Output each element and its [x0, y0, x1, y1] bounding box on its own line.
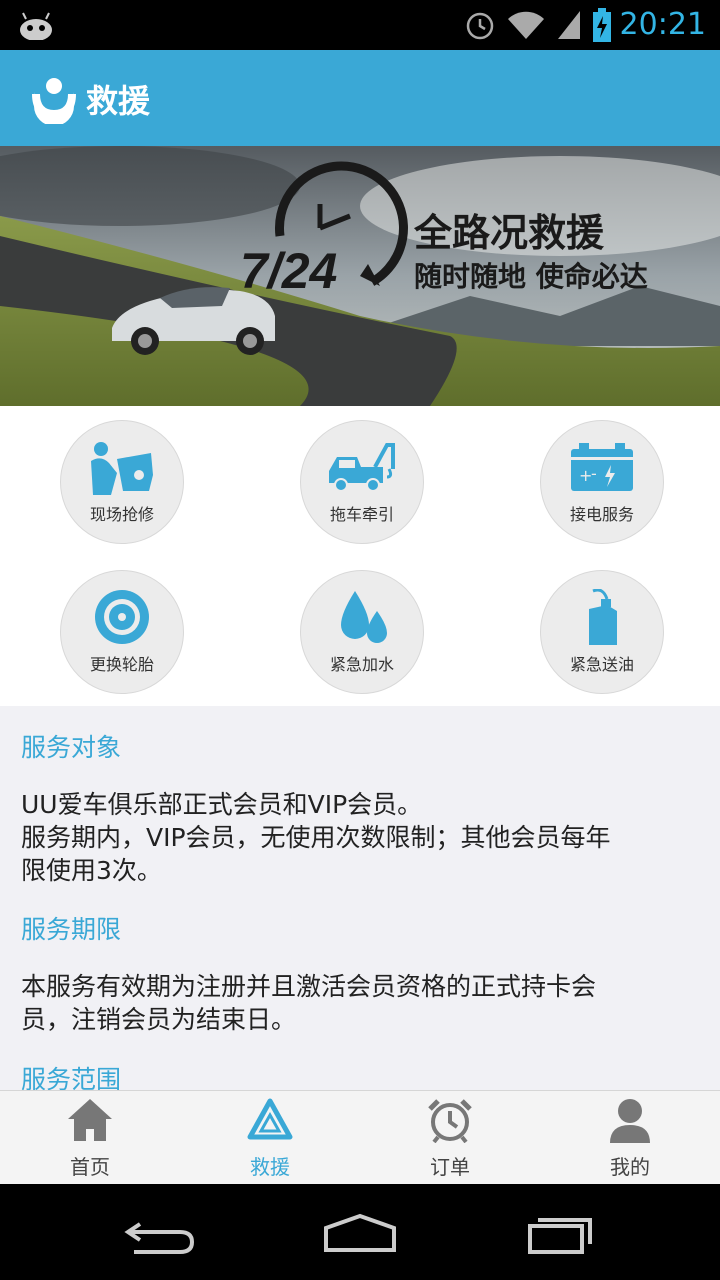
system-nav-bar: [0, 1184, 720, 1280]
body-line: UU爱车俱乐部正式会员和VIP会员。: [21, 790, 423, 819]
body-line: 限使用3次。: [21, 856, 162, 885]
service-label: 紧急加水: [329, 655, 394, 674]
clock-time: 20:21: [619, 7, 706, 42]
wifi-icon: [508, 11, 544, 39]
service-label: 现场抢修: [89, 505, 154, 524]
page-title: 救援: [86, 82, 151, 120]
banner-clock-text: 7/24: [240, 243, 337, 299]
nav-label: 救援: [250, 1155, 290, 1179]
service-tire-change[interactable]: 更换轮胎: [60, 570, 184, 694]
android-icon: [20, 12, 52, 40]
section-title-target: 服务对象: [21, 733, 122, 762]
section-body-target: UU爱车俱乐部正式会员和VIP会员。 服务期内，VIP会员，无使用次数限制；其他…: [21, 788, 701, 887]
section-body-period: 本服务有效期为注册并且激活会员资格的正式持卡会 员，注销会员为结束日。: [21, 970, 701, 1036]
body-line: 服务期内，VIP会员，无使用次数限制；其他会员每年: [21, 823, 611, 852]
alarm-icon: [466, 12, 494, 40]
battery-charging-icon: [593, 8, 611, 42]
banner-headline: 全路况救援: [413, 211, 605, 255]
fuel-can-icon: [589, 589, 617, 645]
service-label: 接电服务: [569, 505, 634, 524]
app-bar: 救援: [0, 50, 720, 146]
tow-truck-icon: [329, 443, 395, 492]
nav-orders[interactable]: 订单: [360, 1091, 540, 1185]
home-icon: [68, 1099, 112, 1141]
nav-label: 首页: [70, 1155, 110, 1179]
service-water[interactable]: 紧急加水: [300, 570, 424, 694]
service-fuel[interactable]: 紧急送油: [540, 570, 664, 694]
service-label: 拖车牵引: [329, 505, 394, 524]
service-label: 更换轮胎: [89, 655, 154, 674]
service-grid: 现场抢修 拖车牵引 + - 接电服务 更换轮胎 紧急加水 紧急送油: [0, 406, 720, 706]
alarm-clock-icon: [428, 1099, 472, 1143]
nav-label: 我的: [610, 1155, 650, 1179]
section-title-period: 服务期限: [21, 915, 122, 944]
nav-rescue[interactable]: 救援: [180, 1091, 360, 1185]
body-line: 员，注销会员为结束日。: [21, 1005, 297, 1034]
water-drops-icon: [341, 591, 387, 643]
person-icon: [610, 1099, 650, 1143]
battery-icon: + -: [571, 443, 633, 491]
service-onsite-repair[interactable]: 现场抢修: [60, 420, 184, 544]
service-jump-start[interactable]: + - 接电服务: [540, 420, 664, 544]
tire-icon: [95, 590, 149, 644]
signal-icon: [558, 11, 580, 39]
service-label: 紧急送油: [569, 655, 634, 674]
body-line: 本服务有效期为注册并且激活会员资格的正式持卡会: [21, 972, 597, 1001]
nav-home[interactable]: 首页: [0, 1091, 180, 1185]
service-tow[interactable]: 拖车牵引: [300, 420, 424, 544]
svg-text:-: -: [591, 464, 597, 483]
nav-profile[interactable]: 我的: [540, 1091, 720, 1185]
rescue-triangle-icon: [247, 1098, 293, 1140]
status-bar: 20:21: [0, 0, 720, 50]
section-title-scope: 服务范围: [21, 1065, 122, 1090]
bottom-nav: 首页 救援 订单 我的: [0, 1090, 720, 1184]
mechanic-repair-icon: [91, 442, 153, 495]
nav-label: 订单: [430, 1155, 470, 1179]
recents-icon[interactable]: [520, 1208, 600, 1258]
service-info[interactable]: 服务对象 UU爱车俱乐部正式会员和VIP会员。 服务期内，VIP会员，无使用次数…: [0, 706, 720, 1090]
banner-tagline: 随时随地 使命必达: [414, 260, 648, 293]
home-outline-icon[interactable]: [320, 1208, 400, 1258]
back-icon[interactable]: [120, 1208, 200, 1258]
promo-banner[interactable]: 7/24 全路况救援 随时随地 使命必达: [0, 146, 720, 406]
uu-logo-icon[interactable]: [28, 72, 80, 124]
